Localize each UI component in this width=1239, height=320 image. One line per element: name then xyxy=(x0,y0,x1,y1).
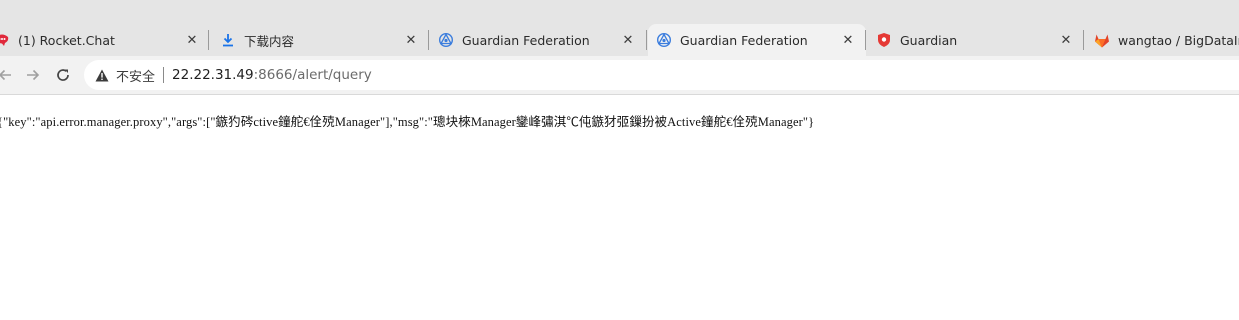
close-icon[interactable]: ✕ xyxy=(840,32,856,48)
forward-arrow-icon xyxy=(27,69,40,81)
json-response-text: {"key":"api.error.manager.proxy","args":… xyxy=(0,115,815,129)
tab-separator xyxy=(865,30,866,50)
back-button[interactable] xyxy=(0,62,18,88)
reload-icon xyxy=(57,69,69,81)
close-icon[interactable]: ✕ xyxy=(184,32,200,48)
url-text[interactable]: 22.22.31.49:8666/alert/query xyxy=(172,67,372,83)
tab-guardian-federation-2[interactable]: Guardian Federation ✕ xyxy=(648,24,866,56)
security-status-label[interactable]: 不安全 xyxy=(116,66,155,85)
close-icon[interactable]: ✕ xyxy=(620,32,636,48)
guardian-shield-icon xyxy=(876,32,892,48)
tab-separator xyxy=(428,30,429,50)
tab-title: (1) Rocket.Chat xyxy=(18,32,115,48)
tab-title: Guardian Federation xyxy=(462,32,590,48)
guardian-federation-icon xyxy=(438,32,454,48)
address-divider xyxy=(163,67,165,83)
tab-separator xyxy=(646,30,647,50)
tab-separator xyxy=(208,30,209,50)
tab-rocket-chat[interactable]: (1) Rocket.Chat ✕ xyxy=(0,24,210,56)
tab-title: Guardian Federation xyxy=(680,32,808,48)
address-bar[interactable]: 不安全 22.22.31.49:8666/alert/query xyxy=(84,60,1239,90)
tab-title: 下载内容 xyxy=(244,33,295,49)
gitlab-icon xyxy=(1094,32,1110,48)
url-host: 22.22.31.49 xyxy=(172,67,254,83)
close-icon[interactable]: ✕ xyxy=(1058,32,1074,48)
browser-window: (1) Rocket.Chat ✕ 下载内容 ✕ Guardian Federa… xyxy=(0,0,1239,320)
tab-guardian[interactable]: Guardian ✕ xyxy=(868,24,1084,56)
tab-downloads[interactable]: 下载内容 ✕ xyxy=(212,24,429,56)
rocket-chat-icon xyxy=(0,32,10,48)
close-icon[interactable]: ✕ xyxy=(403,32,419,48)
guardian-federation-icon xyxy=(656,32,672,48)
tab-separator xyxy=(1083,30,1084,50)
reload-button[interactable] xyxy=(50,62,76,88)
warning-icon[interactable] xyxy=(94,67,110,83)
tab-title: Guardian xyxy=(900,32,958,48)
download-icon xyxy=(220,32,236,48)
tab-guardian-federation-1[interactable]: Guardian Federation ✕ xyxy=(430,24,646,56)
browser-toolbar: 不安全 22.22.31.49:8666/alert/query xyxy=(0,56,1239,95)
url-path: :8666/alert/query xyxy=(253,67,372,83)
tab-gitlab[interactable]: wangtao / BigDataInfo xyxy=(1086,24,1239,56)
tab-strip: (1) Rocket.Chat ✕ 下载内容 ✕ Guardian Federa… xyxy=(0,0,1239,58)
back-arrow-icon xyxy=(0,69,11,81)
page-content: {"key":"api.error.manager.proxy","args":… xyxy=(0,95,1239,320)
forward-button[interactable] xyxy=(20,62,46,88)
tab-title: wangtao / BigDataInfo xyxy=(1118,32,1239,48)
